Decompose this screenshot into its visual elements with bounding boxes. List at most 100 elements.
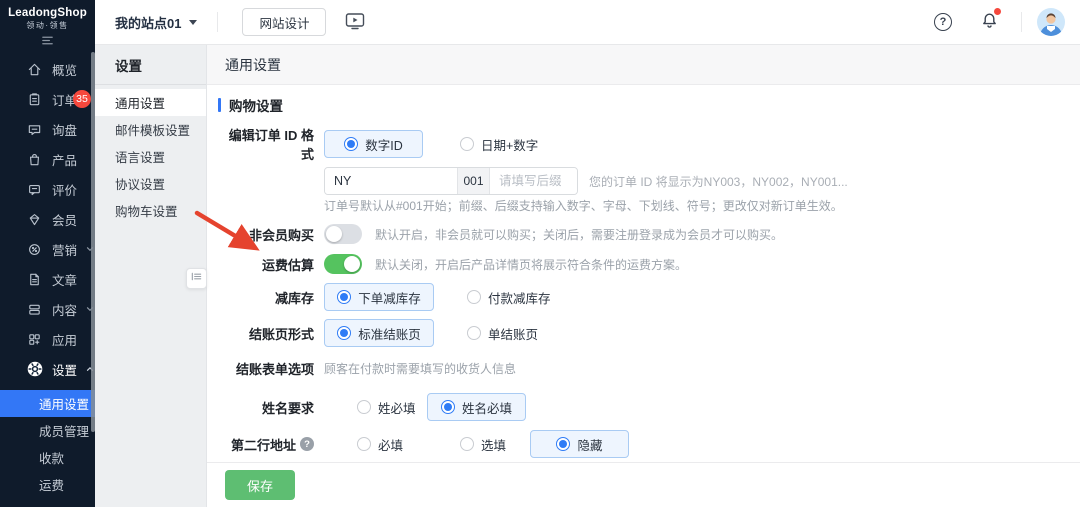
sidebar-subitem-payments[interactable]: 收款 [0,444,95,471]
site-selector-dropdown[interactable]: 我的站点01 [95,0,217,44]
radio-dot-icon [337,326,352,340]
field-label-text: 第二行地址 [230,437,296,453]
radio-date-plus-number[interactable]: 日期+数字 [460,135,538,154]
radio-numeric-id[interactable]: 数字ID [324,130,423,158]
shopping-bag-icon [27,151,43,167]
video-play-icon [344,11,366,34]
subnav-item-email-templates[interactable]: 邮件模板设置 [95,116,206,143]
checkout-page-row: 结账页形式 标准结账页 单结账页 [218,319,1062,347]
divider [1021,12,1022,32]
radio-label: 必填 [378,438,404,453]
section-title: 购物设置 [218,95,1062,115]
sidebar-item-label: 会员 [52,213,78,228]
checkout-form-hint: 顾客在付款时需要填写的收货人信息 [324,361,517,376]
radio-deduct-on-payment[interactable]: 付款减库存 [467,288,551,307]
sidebar-collapse-icon[interactable] [40,33,55,53]
order-id-preview-hint: 您的订单 ID 将显示为NY003，NY002，NY001... [589,174,848,189]
sidebar-item-label: 询盘 [52,123,78,138]
sidebar-scrollbar[interactable] [91,52,95,432]
collapse-panel-icon [190,270,203,288]
help-icon: ? [934,13,952,31]
subnav-item-cart[interactable]: 购物车设置 [95,197,206,224]
radio-label: 标准结账页 [358,327,421,342]
sidebar-subitem-label: 收款 [39,452,65,466]
order-suffix-input[interactable] [490,168,577,194]
radio-dot-icon [556,437,571,451]
sidebar-item-products[interactable]: 产品 [0,144,95,174]
sidebar-item-label: 应用 [52,333,78,348]
brand-tagline: 领动·领售 [26,21,69,30]
field-label: 第二行地址 ? [218,435,314,454]
name-requirement-row: 姓名要求 姓必填 姓名必填 [218,393,1062,421]
radio-addr2-hidden[interactable]: 隐藏 [530,430,629,458]
radio-dot-icon [467,290,481,304]
sidebar-subitem-shipping[interactable]: 运费 [0,471,95,498]
subnav-item-agreements[interactable]: 协议设置 [95,170,206,197]
radio-label: 姓名必填 [462,401,513,416]
divider [217,12,219,32]
sidebar-item-label: 营销 [52,243,78,258]
sidebar-item-overview[interactable]: 概览 [0,54,95,84]
shipping-estimate-hint: 默认关闭，开启后产品详情页将展示符合条件的运费方案。 [375,257,688,272]
radio-single-checkout[interactable]: 单结账页 [467,324,538,343]
field-label: 减库存 [274,290,314,306]
save-button[interactable]: 保存 [225,470,295,500]
guest-buy-row: 非会员购买 默认开启，非会员就可以购买；关闭后，需要注册登录成为会员才可以购买。 [218,223,1062,245]
subnav-collapse-button[interactable] [186,268,207,289]
radio-deduct-on-order[interactable]: 下单减库存 [324,283,434,311]
brand-name: LeadongShop [8,7,87,19]
sidebar-item-orders[interactable]: 订单 35 [0,84,95,114]
field-label: 编辑订单 ID 格式 [228,128,314,162]
sidebar-item-marketing[interactable]: 营销 [0,234,95,264]
shipping-estimate-row: 运费估算 默认关闭，开启后产品详情页将展示符合条件的运费方案。 [218,253,1062,275]
site-design-button[interactable]: 网站设计 [242,8,327,36]
guest-buy-toggle[interactable] [324,224,362,244]
help-button[interactable]: ? [934,13,952,31]
order-prefix-input[interactable] [325,168,457,194]
orders-count-badge: 35 [73,90,91,108]
sidebar-item-inquiries[interactable]: 询盘 [0,114,95,144]
sidebar-subitem-general-settings[interactable]: 通用设置 [0,390,95,417]
radio-dot-icon [357,400,371,414]
field-label: 结账页形式 [248,326,314,342]
subnav-item-general-settings[interactable]: 通用设置 [95,89,206,116]
document-icon [27,271,43,287]
sidebar-item-reviews[interactable]: 评价 [0,174,95,204]
radio-standard-checkout[interactable]: 标准结账页 [324,319,434,347]
radio-label: 选填 [481,438,507,453]
sidebar-item-label: 文章 [52,273,78,288]
site-name: 我的站点01 [115,15,182,31]
sidebar-item-apps[interactable]: 应用 [0,324,95,354]
sidebar-item-label: 设置 [52,363,78,378]
comment-icon [27,181,43,197]
radio-dot-icon [357,437,371,451]
sidebar-item-label: 内容 [52,303,78,318]
field-label: 运费估算 [261,257,314,273]
field-help-icon[interactable]: ? [300,437,314,451]
layout-rows-icon [27,301,43,317]
sidebar-subitem-label: 运费 [39,479,65,493]
field-label: 结账表单选项 [235,361,314,377]
sidebar-item-settings[interactable]: 设置 [0,354,95,384]
sidebar-subitem-member-management[interactable]: 成员管理 [0,417,95,444]
radio-dot-icon [441,400,455,414]
settings-submenu: 通用设置 成员管理 收款 运费 [0,390,95,498]
home-icon [27,61,43,77]
shipping-estimate-toggle[interactable] [324,254,362,274]
subnav-item-label: 语言设置 [115,151,166,165]
notifications-button[interactable] [980,7,1001,34]
video-tutorial-button[interactable] [341,8,369,36]
radio-label: 数字ID [365,138,403,153]
sidebar-item-content[interactable]: 内容 [0,294,95,324]
diamond-icon [27,211,43,227]
user-avatar[interactable] [1037,8,1065,36]
radio-addr2-required[interactable]: 必填 [357,435,403,454]
radio-lastname-required[interactable]: 姓必填 [357,398,416,417]
sidebar-item-label: 评价 [52,183,78,198]
radio-addr2-optional[interactable]: 选填 [460,435,506,454]
radio-fullname-required[interactable]: 姓名必填 [427,393,527,421]
sidebar-item-articles[interactable]: 文章 [0,264,95,294]
subnav-item-language[interactable]: 语言设置 [95,143,206,170]
app-window: LeadongShop 领动·领售 概览 订单 35 询盘 产品 评价 会员 营… [0,0,1080,507]
sidebar-item-members[interactable]: 会员 [0,204,95,234]
